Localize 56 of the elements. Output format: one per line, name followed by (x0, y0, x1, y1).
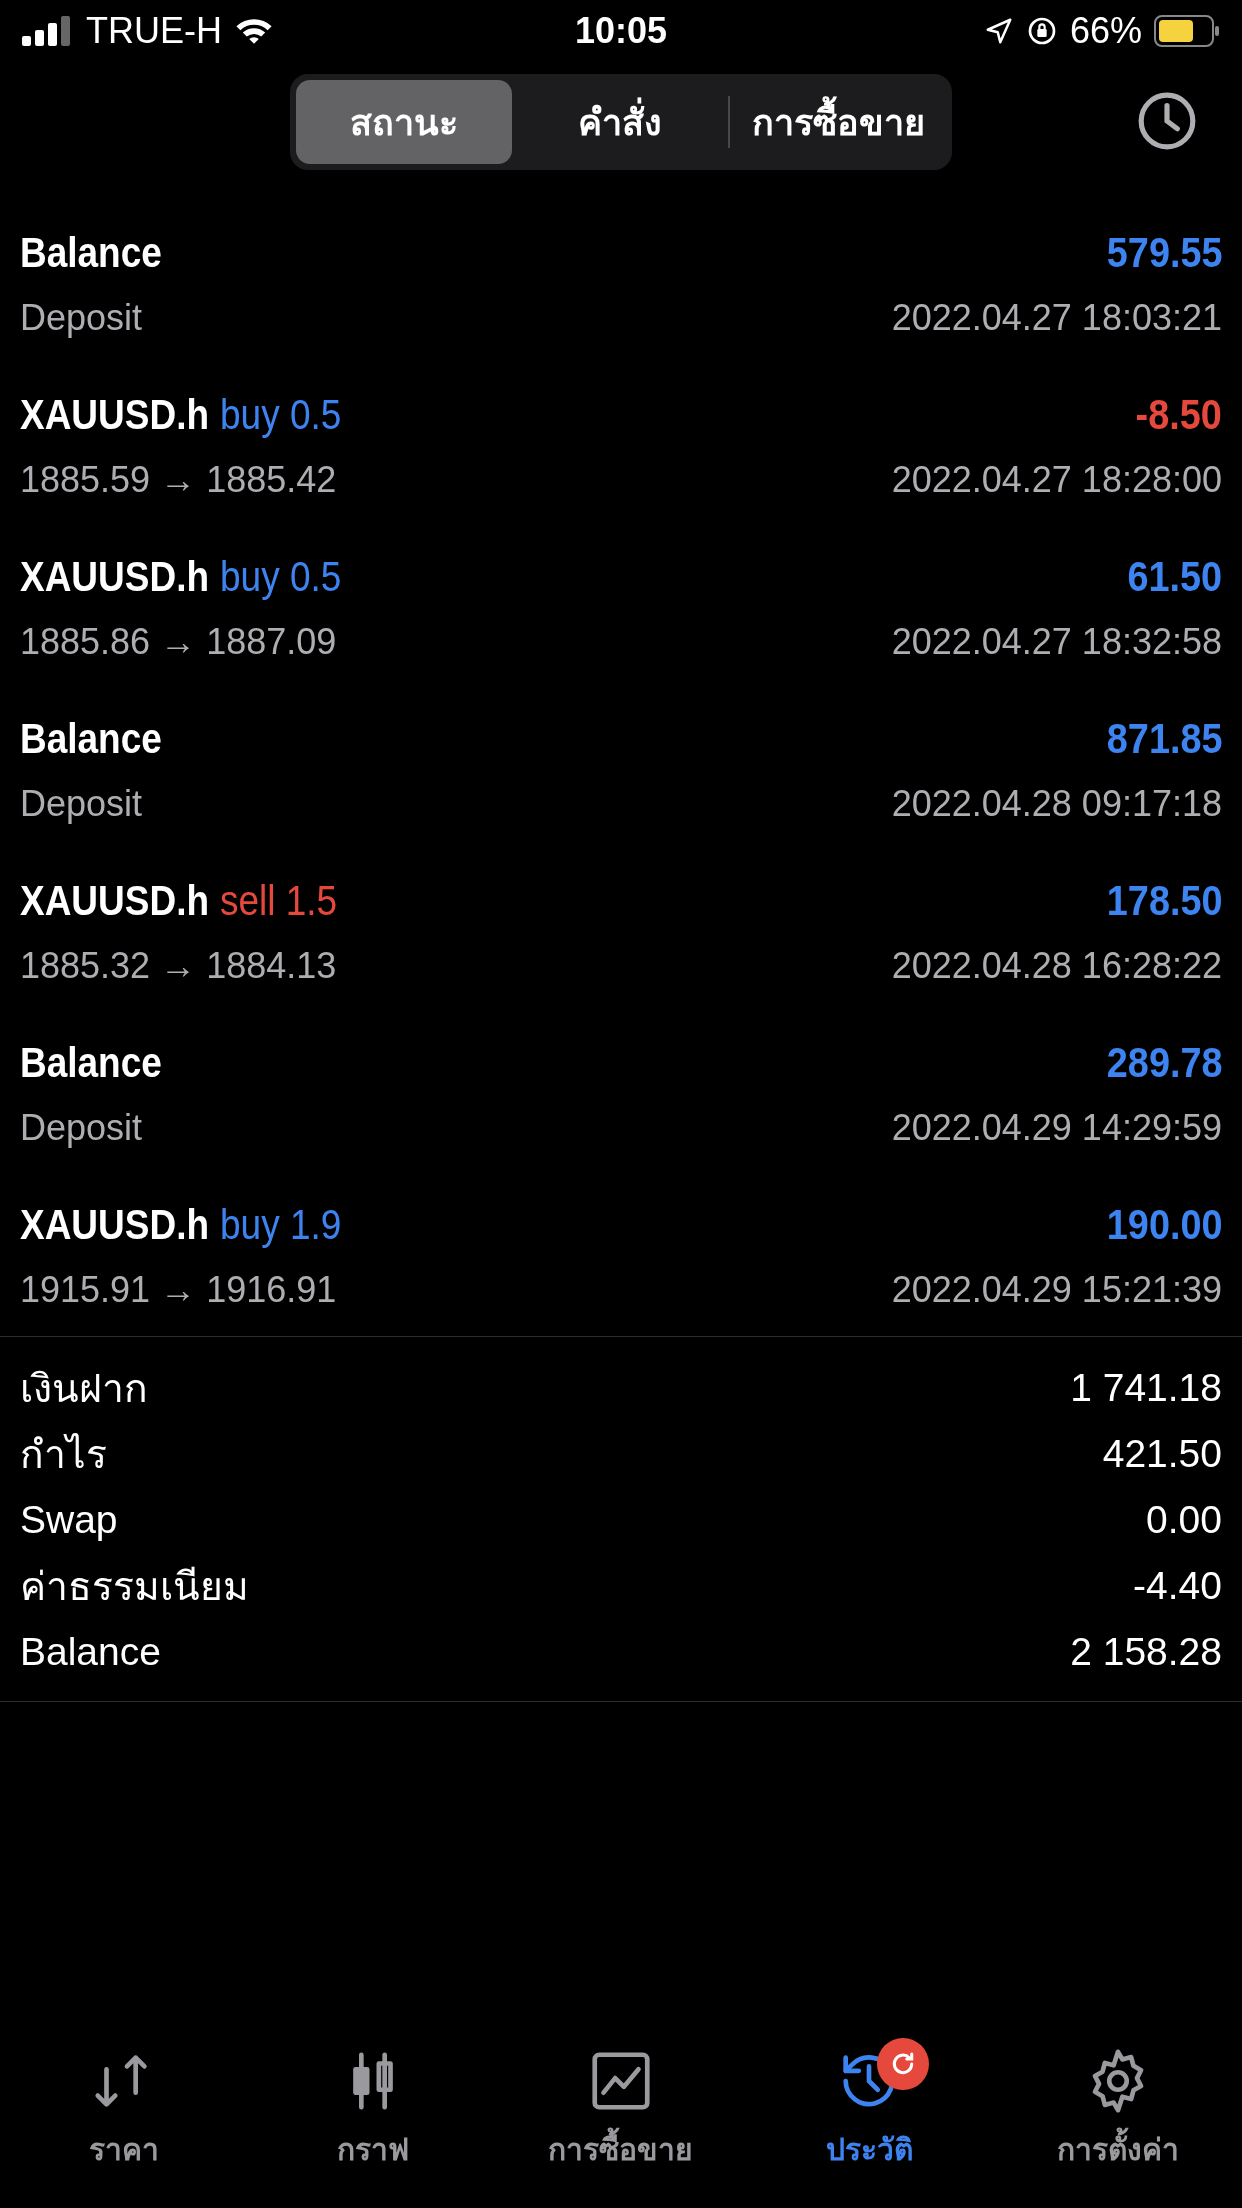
battery-icon (1154, 15, 1220, 47)
battery-percent: 66% (1069, 10, 1142, 52)
nav-tab[interactable]: การซื้อขาย (510, 2038, 731, 2173)
deal-profit: -8.50 (1135, 390, 1222, 439)
deal-title: Balance (20, 1037, 162, 1087)
deal-time: 2022.04.27 18:03:21 (891, 296, 1222, 339)
deal-detail: 1885.32 → 1884.13 (20, 944, 337, 987)
deal-detail: Deposit (20, 782, 143, 825)
deal-profit: 190.00 (1106, 1200, 1222, 1249)
summary-label: กำไร (20, 1432, 107, 1478)
deal-title: Balance (20, 227, 162, 277)
summary-value: 1 741.18 (1070, 1366, 1222, 1410)
deal-profit: 289.78 (1106, 1038, 1222, 1087)
summary-value: 421.50 (1102, 1432, 1222, 1476)
summary-value: -4.40 (1133, 1564, 1222, 1608)
deal-title: Balance (20, 713, 162, 763)
deal-time: 2022.04.29 15:21:39 (891, 1268, 1222, 1311)
deal-type: buy 1.9 (219, 1199, 342, 1249)
deal-title: XAUUSD.h (20, 875, 210, 925)
carrier-name: TRUE-H (86, 10, 222, 52)
deal-detail: Deposit (20, 296, 143, 339)
deal-detail: 1885.59 → 1885.42 (20, 458, 337, 501)
deal-detail: Deposit (20, 1106, 143, 1149)
nav-tab[interactable]: ประวัติ (759, 2038, 980, 2173)
clock-time: 10:05 (574, 10, 668, 52)
deal-type: sell 1.5 (219, 875, 337, 925)
summary-label: Swap (20, 1498, 118, 1542)
deal-title: XAUUSD.h (20, 389, 210, 439)
deal-time: 2022.04.29 14:29:59 (891, 1106, 1222, 1149)
nav-tab[interactable]: กราฟ (262, 2038, 483, 2173)
nav-tab[interactable]: การตั้งค่า (1007, 2038, 1228, 2173)
summary-label: เงินฝาก (20, 1366, 148, 1412)
summary-label: ค่าธรรมเนียม (20, 1564, 249, 1610)
segment-tab[interactable]: คำสั่ง (512, 80, 728, 164)
deal-detail: 1885.86 → 1887.09 (20, 620, 337, 663)
refresh-badge-icon (877, 2038, 930, 2090)
segment-tab[interactable]: การซื้อขาย (730, 80, 946, 164)
summary-value: 2 158.28 (1070, 1630, 1222, 1674)
deal-time: 2022.04.27 18:28:00 (891, 458, 1222, 501)
summary-value: 0.00 (1146, 1498, 1222, 1542)
deal-profit: 178.50 (1106, 876, 1222, 925)
deal-type: buy 0.5 (219, 551, 342, 601)
nav-tab[interactable]: ราคา (14, 2038, 235, 2173)
deal-title: XAUUSD.h (20, 551, 210, 601)
deal-type: buy 0.5 (219, 389, 342, 439)
deal-detail: 1915.91 → 1916.91 (20, 1268, 337, 1311)
clock-icon[interactable] (1136, 90, 1198, 152)
deal-profit: 579.55 (1106, 228, 1222, 277)
deal-time: 2022.04.28 16:28:22 (891, 944, 1222, 987)
deal-profit: 871.85 (1106, 714, 1222, 763)
summary-label: Balance (20, 1630, 161, 1674)
segment-tab[interactable]: สถานะ (296, 80, 512, 164)
deal-time: 2022.04.27 18:32:58 (891, 620, 1222, 663)
deal-time: 2022.04.28 09:17:18 (891, 782, 1222, 825)
deal-title: XAUUSD.h (20, 1199, 210, 1249)
deal-profit: 61.50 (1127, 552, 1222, 601)
